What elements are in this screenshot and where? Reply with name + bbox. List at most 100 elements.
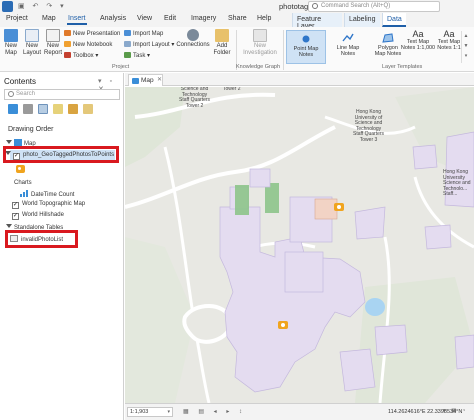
layer-world-hillshade-label: World Hillshade [22, 212, 64, 218]
contents-search-placeholder: Search [16, 91, 36, 97]
layer-visibility-checkbox[interactable]: ✓ [12, 202, 19, 209]
contents-search-input[interactable]: Search [4, 89, 120, 100]
line-icon [342, 33, 354, 42]
tab-project[interactable]: Project [6, 15, 28, 22]
new-map-button[interactable]: New Map [2, 29, 20, 56]
task-label: Task [133, 53, 146, 59]
tab-map[interactable]: Map [42, 15, 56, 22]
drawing-order-heading: Drawing Order [8, 126, 54, 133]
map-view-tab[interactable]: Map ✕ [128, 74, 163, 86]
quick-access-toolbar[interactable]: ▣ ↶ ↷ ▾ [18, 2, 67, 10]
status-extra-icons[interactable]: ▾ ▦ ◔ [443, 408, 467, 414]
tab-feature-layer[interactable]: Feature Layer [292, 13, 342, 30]
import-layout-icon [124, 41, 131, 47]
list-by-drawing-order-icon[interactable] [8, 104, 18, 114]
new-layout-button[interactable]: New Layout [21, 29, 43, 56]
import-layout-label: Import Layout [133, 42, 170, 48]
list-by-editing-icon[interactable] [53, 104, 63, 114]
add-folder-label: Add Folder [213, 43, 231, 56]
notebook-icon [64, 41, 71, 47]
expand-triangle-icon[interactable] [6, 224, 12, 228]
folder-icon [215, 29, 229, 42]
import-map-icon [124, 30, 131, 36]
new-investigation-button[interactable]: New Investigation [240, 29, 280, 56]
list-by-snapping-icon[interactable] [68, 104, 78, 114]
new-map-icon [4, 29, 18, 42]
map-label-staff-quarters-tower-2: Science and Technology Staff Quarters To… [179, 87, 211, 109]
toolbox-label: Toolbox [73, 53, 94, 59]
map-icon [14, 139, 22, 146]
text-map-notes-1000-button[interactable]: Aa Text Map Notes 1:1,000 [400, 30, 436, 64]
tab-share[interactable]: Share [228, 15, 247, 22]
chevron-down-icon: ▾ [167, 409, 170, 415]
new-notebook-button[interactable]: New Notebook [64, 41, 112, 48]
import-map-button[interactable]: Import Map [124, 30, 163, 37]
new-report-label: New Report [43, 43, 62, 56]
project-group-label: Project [112, 64, 130, 70]
new-layout-label: New Layout [22, 43, 41, 56]
task-icon [124, 52, 131, 58]
map-canvas[interactable]: Science and Technology Staff Quarters To… [125, 87, 474, 403]
text-map-notes-1-button[interactable]: Aa Text Map Notes 1:1 [436, 30, 462, 64]
connections-button[interactable]: Connections [176, 29, 210, 49]
ribbon-separator [283, 30, 284, 70]
map-tab-label: Map [141, 77, 154, 84]
point-icon [302, 35, 310, 43]
map-scale-dropdown[interactable]: 1:1,903 ▾ [127, 407, 173, 417]
contents-title: Contents [4, 77, 37, 86]
knowledge-graph-group-label: Knowledge Graph [236, 64, 281, 70]
import-layout-button[interactable]: Import Layout ▾ [124, 41, 174, 48]
new-report-icon [46, 29, 60, 42]
map-scale-value: 1:1,903 [130, 409, 149, 415]
map-label-hkust-edge: Hong Kong University Science and Technol… [443, 169, 471, 197]
polygon-icon [382, 33, 394, 43]
close-icon[interactable]: ✕ [157, 76, 162, 83]
contents-toolbar [8, 104, 98, 116]
tab-insert[interactable]: Insert [67, 15, 87, 25]
map-basemap-graphic [125, 87, 474, 403]
layer-visibility-checkbox[interactable]: ✓ [12, 213, 19, 220]
line-map-notes-button[interactable]: Line Map Notes [328, 30, 368, 64]
tab-help[interactable]: Help [257, 15, 271, 22]
expand-triangle-icon[interactable] [6, 140, 12, 144]
toolbox-icon [64, 52, 71, 58]
photo-marker [334, 203, 344, 211]
tab-labeling[interactable]: Labeling [344, 13, 380, 27]
list-by-labeling-icon[interactable] [83, 104, 93, 114]
point-map-notes-button[interactable]: Point Map Notes [286, 30, 326, 64]
charts-group: Charts [14, 180, 32, 186]
list-by-selection-icon[interactable] [38, 104, 48, 114]
layer-world-hillshade[interactable]: ✓ World Hillshade [12, 212, 64, 220]
toolbox-button[interactable]: Toolbox ▾ [64, 52, 98, 59]
tab-edit[interactable]: Edit [164, 15, 176, 22]
new-report-button[interactable]: New Report [43, 29, 63, 56]
command-search-input[interactable]: Command Search (Alt+Q) [308, 1, 440, 12]
photo-point-symbol-icon [16, 165, 25, 173]
new-investigation-label: New Investigation [243, 43, 277, 56]
chart-icon [20, 190, 28, 197]
arcgis-pro-app-icon [2, 1, 13, 12]
import-map-label: Import Map [133, 31, 164, 37]
chart-item-label: DateTime Count [31, 192, 75, 198]
tab-imagery[interactable]: Imagery [191, 15, 216, 22]
tab-view[interactable]: View [137, 15, 152, 22]
layer-world-topographic-map[interactable]: ✓ World Topographic Map [12, 201, 85, 209]
add-folder-button[interactable]: Add Folder [211, 29, 233, 56]
task-button[interactable]: Task ▾ [124, 52, 150, 59]
new-presentation-button[interactable]: New Presentation [64, 30, 120, 37]
gallery-scroll-arrows[interactable]: ▲ ▼ ▾ [461, 31, 470, 63]
contents-pane: Contents ▾ ▫ ✕ Search Drawing Order Map … [0, 73, 124, 420]
text-aa-icon: Aa [412, 29, 424, 39]
layer-templates-group-label: Layer Templates [382, 64, 423, 70]
status-tool-icons[interactable]: ▦ ▤ ◂ ▸ ↕ [183, 408, 246, 415]
text-map-notes-1-label: Text Map Notes 1:1 [437, 39, 461, 51]
new-map-label: New Map [4, 43, 17, 56]
annotation-highlight-box [3, 146, 119, 163]
document-title: phototag [279, 2, 309, 11]
tab-data[interactable]: Data [382, 13, 406, 27]
tab-analysis[interactable]: Analysis [100, 15, 126, 22]
chart-item-datetime-count[interactable]: DateTime Count [20, 190, 74, 198]
list-by-source-icon[interactable] [23, 104, 33, 114]
title-bar: ▣ ↶ ↷ ▾ phototag Command Search (Alt+Q) [0, 0, 474, 13]
text-map-notes-1000-label: Text Map Notes 1:1,000 [400, 39, 436, 51]
